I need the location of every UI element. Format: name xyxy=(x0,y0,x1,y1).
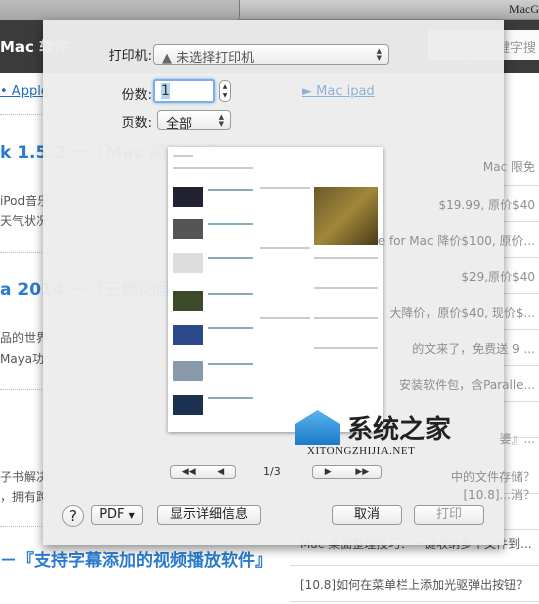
sidebar-list-item[interactable]: $19.99, 原价$40 xyxy=(438,196,535,213)
page-indicator: 1/3 xyxy=(263,465,281,478)
article-excerpt: 天气状况 xyxy=(0,214,49,228)
prev-page-icon[interactable]: ◀ xyxy=(217,467,224,477)
printer-select[interactable]: ▲ 未选择打印机 ▲ ▼ xyxy=(153,44,389,66)
pages-label: 页数: xyxy=(121,116,152,131)
help-button[interactable]: ? xyxy=(62,505,84,527)
breadcrumb-link-apple[interactable]: • Apple xyxy=(0,84,49,99)
sidebar-list-item[interactable]: 大降价，原价$40, 现价$... xyxy=(389,304,535,321)
print-button[interactable]: 打印 xyxy=(414,505,484,525)
sidebar-list-item[interactable]: e for Mac 降价$100, 原价... xyxy=(378,232,535,249)
sidebar-list-item[interactable]: $29,原价$40 xyxy=(461,268,535,285)
game-image xyxy=(314,187,378,245)
sidebar-list-item[interactable]: [10.8]如何在菜单栏上添加光驱弹出按钮？ xyxy=(290,566,539,602)
sidebar-list-item[interactable]: 中的文件存储？ xyxy=(451,468,535,485)
preview-forward-buttons[interactable]: ▶ ▶▶ xyxy=(312,465,382,479)
article-excerpt: 品的世界 xyxy=(0,331,49,345)
copies-input[interactable]: 1 xyxy=(153,79,215,103)
watermark-en: XITONGZHIJIA.NET xyxy=(307,445,416,457)
sidebar-list-item[interactable]: 的文来了，免费送 9 ... xyxy=(412,340,535,357)
pdf-label: PDF xyxy=(99,507,125,522)
window-title: MacG xyxy=(509,2,539,16)
copies-value: 1 xyxy=(161,83,170,99)
print-preview-page xyxy=(168,147,383,432)
breadcrumb-link-ipad[interactable]: ► Mac ipad xyxy=(302,84,375,99)
updown-arrows-icon: ▲ ▼ xyxy=(376,47,382,62)
sidebar-list-item[interactable]: 婆』... xyxy=(500,430,535,447)
next-page-icon[interactable]: ▶ xyxy=(325,467,332,477)
copies-label: 份数: xyxy=(121,88,152,103)
dropdown-arrow-icon: ▼ xyxy=(128,511,135,520)
watermark-cn: 系统之家 xyxy=(347,415,452,445)
sidebar-list-item[interactable]: 安装软件包，含Paralle... xyxy=(399,376,535,393)
pages-select[interactable]: 全部 ▲ ▼ xyxy=(157,110,231,132)
article-excerpt: 子书解决 xyxy=(0,470,49,484)
article-excerpt: ，拥有跨 xyxy=(0,490,49,504)
warning-icon: ▲ xyxy=(162,51,172,66)
sidebar-list-item[interactable]: Mac 限免 xyxy=(483,158,535,175)
preview-back-buttons[interactable]: ◀◀ ◀ xyxy=(170,465,236,479)
watermark-logo: 系统之家 XITONGZHIJIA.NET xyxy=(295,405,495,465)
copies-stepper[interactable]: ▲ ▼ xyxy=(219,80,231,102)
sidebar-list-item[interactable]: [10.8]...消？ xyxy=(463,486,535,503)
cancel-button[interactable]: 取消 xyxy=(332,505,402,525)
printer-value: 未选择打印机 xyxy=(176,51,255,66)
article-excerpt: Maya功 xyxy=(0,352,45,366)
pages-value: 全部 xyxy=(166,117,193,132)
article-excerpt: iPod音乐 xyxy=(0,194,50,208)
first-page-icon[interactable]: ◀◀ xyxy=(182,467,196,477)
show-details-button[interactable]: 显示详细信息 xyxy=(157,505,261,525)
pdf-menu-button[interactable]: PDF ▼ xyxy=(91,505,143,525)
browser-tab[interactable] xyxy=(0,0,240,20)
article-title[interactable]: －『支持字幕添加的视频播放软件』 xyxy=(0,546,272,571)
printer-label: 打印机: xyxy=(108,49,152,64)
last-page-icon[interactable]: ▶▶ xyxy=(355,467,369,477)
updown-arrows-icon: ▲ ▼ xyxy=(218,113,224,128)
